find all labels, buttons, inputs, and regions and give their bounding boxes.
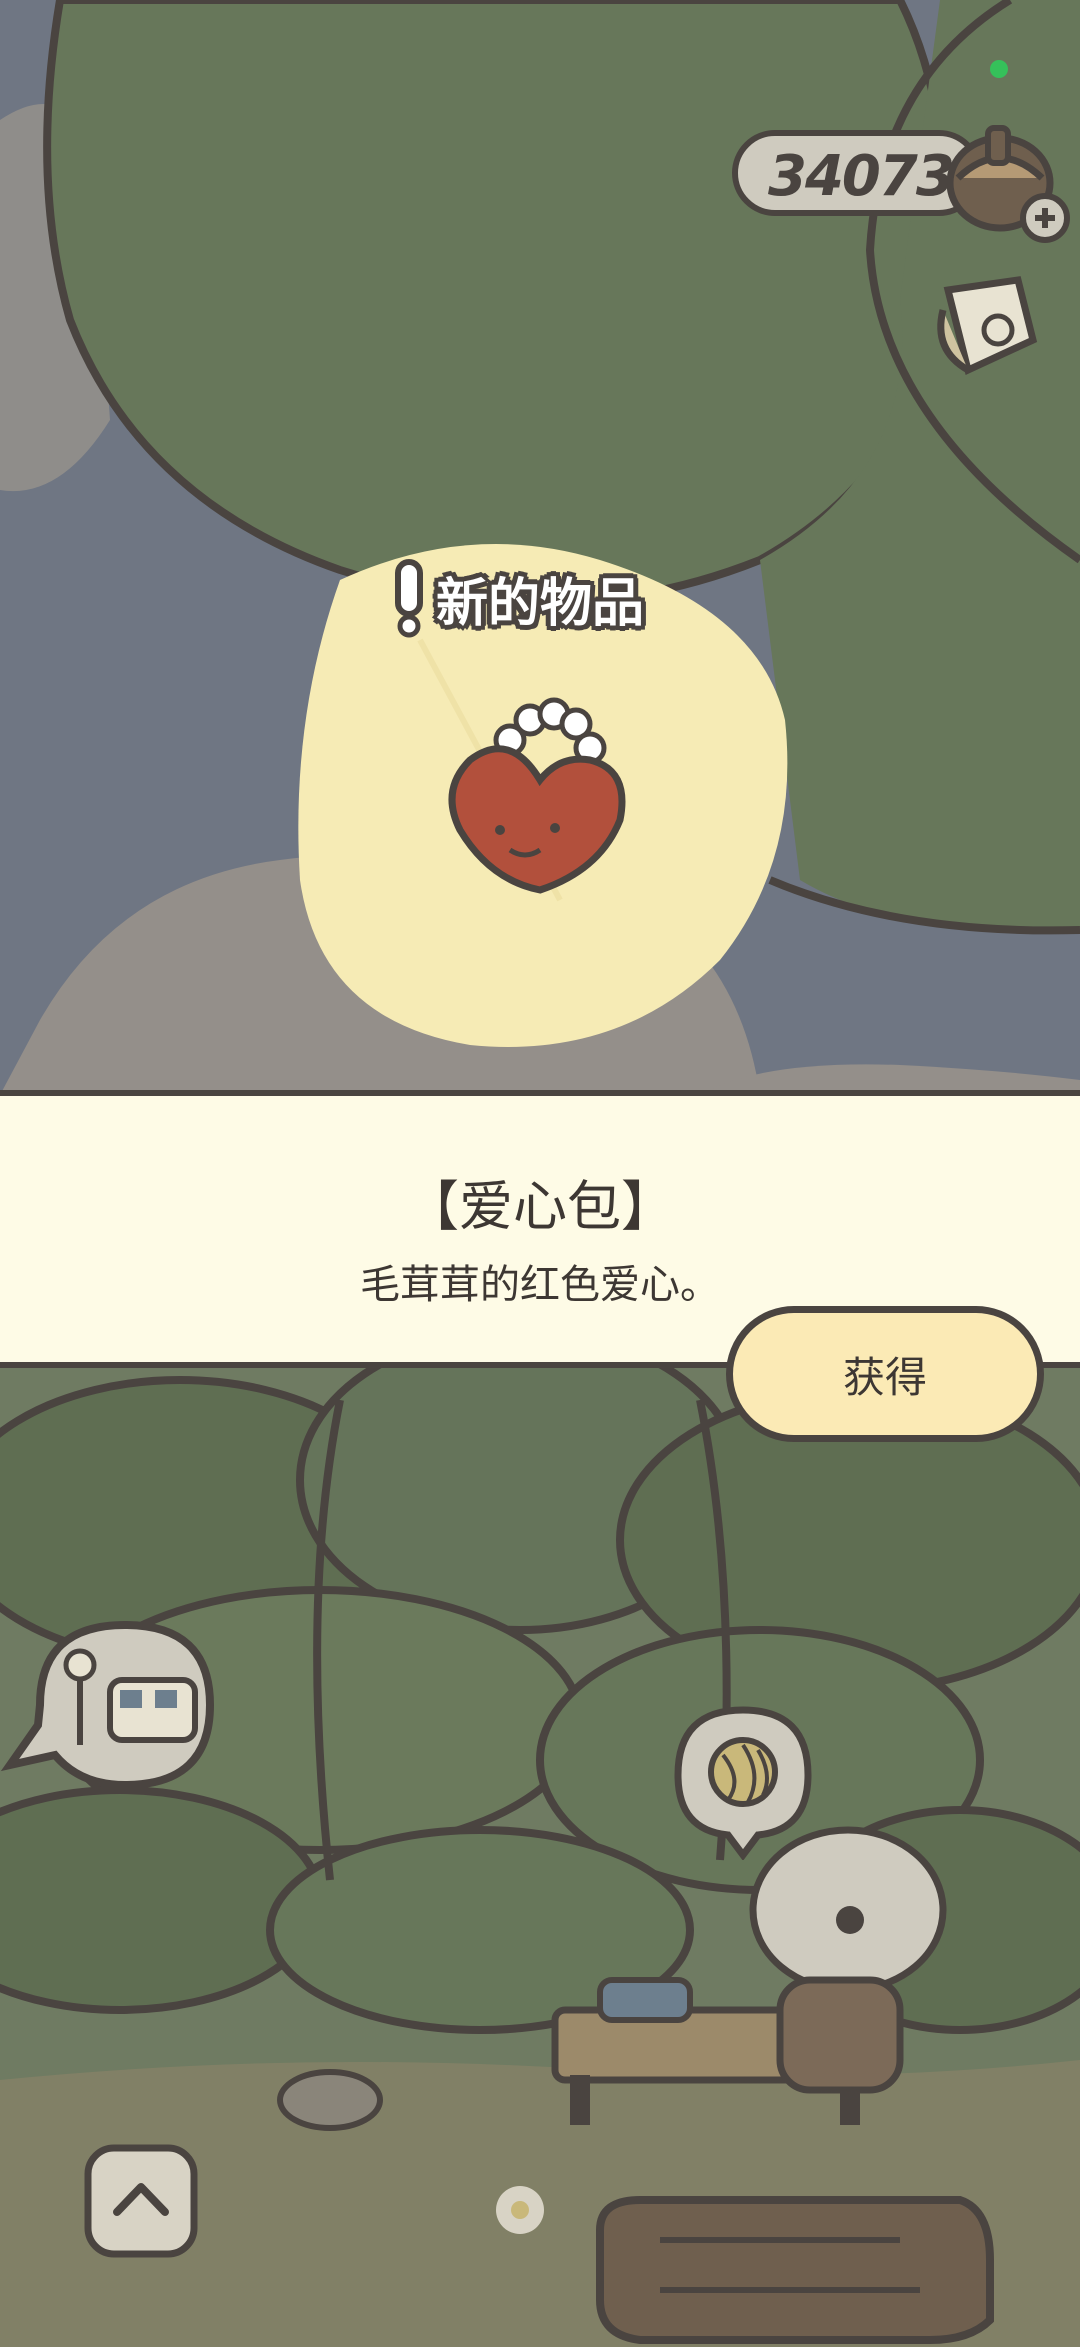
yarn-ball-icon[interactable] — [668, 1700, 818, 1860]
heart-bag-icon — [448, 697, 626, 894]
notebook-icon[interactable] — [928, 270, 1048, 390]
chevron-up-icon[interactable] — [82, 2142, 200, 2260]
item-description: 毛茸茸的红色爱心。 — [360, 1262, 720, 1308]
new-item-label: 新的物品 — [436, 573, 645, 634]
new-item-badge: 新的物品 — [392, 558, 644, 638]
train-station-icon[interactable] — [0, 1605, 230, 1805]
obtain-button[interactable]: 获得 — [726, 1306, 1044, 1442]
status-indicator — [990, 60, 1008, 78]
exclamation-icon — [395, 559, 423, 638]
item-name: 【爱心包】 — [405, 1175, 675, 1238]
acorn-icon[interactable] — [940, 108, 1070, 248]
